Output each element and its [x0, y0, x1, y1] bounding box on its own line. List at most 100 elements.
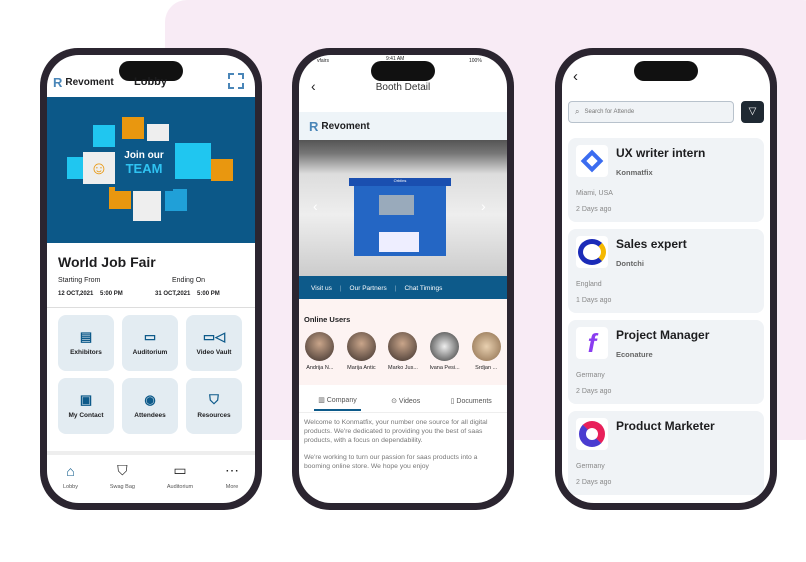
- page-title: Lobby: [134, 76, 167, 88]
- brand-bar: R Revoment: [299, 112, 507, 140]
- tile-label: Resources: [197, 412, 231, 419]
- user-name: Marko Jus...: [388, 365, 418, 371]
- link-visit-us[interactable]: Visit us: [311, 285, 332, 292]
- nav-more[interactable]: ⋯ More: [225, 462, 239, 490]
- user-circle-icon: ◉: [144, 392, 156, 407]
- nav-swag-bag[interactable]: ⛉ Swag Bag: [110, 462, 135, 490]
- event-title: World Job Fair: [58, 254, 156, 270]
- qr-code-icon[interactable]: [228, 73, 244, 89]
- phone-lobby: R Revoment Lobby ☺ Join our TEAM World Jo…: [40, 48, 262, 510]
- nav-label: Lobby: [62, 483, 78, 490]
- tab-label: Documents: [456, 397, 492, 405]
- feature-grid: ▤ Exhibitors ▭ Auditorium ▭◁ Video Vault ▣ M…: [58, 315, 244, 434]
- tile-auditorium[interactable]: ▭ Auditorium: [122, 315, 178, 371]
- nav-label: Swag Bag: [109, 484, 135, 490]
- job-title: Product Marketer: [616, 419, 715, 433]
- job-card[interactable]: Product Marketer Germany 2 Days ago: [568, 411, 764, 495]
- phone-booth: vfairs 9:41 AM 100% ‹ Booth Detail R Revo…: [292, 48, 514, 510]
- nav-label: Auditorium: [166, 484, 194, 490]
- brand-logo: R Revoment: [53, 75, 114, 90]
- start-label: Starting From: [58, 277, 101, 284]
- nav-label: More: [225, 484, 239, 490]
- posted-date: 2 Days ago: [576, 479, 612, 486]
- user-avatar[interactable]: Srdjan ...: [467, 332, 505, 371]
- building-icon: ▥: [318, 396, 327, 404]
- video-icon: ▭◁: [202, 329, 226, 344]
- start-time: 5:00 PM: [100, 291, 123, 297]
- carrier: vfairs: [317, 58, 329, 64]
- tile-resources[interactable]: ⛉ Resources: [186, 378, 242, 434]
- tile-label: Video Vault: [196, 349, 232, 356]
- tab-videos[interactable]: ⊙ Videos: [391, 397, 420, 405]
- phone-jobs: ‹ ⌕ Search for Attende ▽ UX writer intern…: [555, 48, 777, 510]
- end-label: Ending On: [172, 277, 206, 284]
- link-chat-timings[interactable]: Chat Timings: [404, 285, 442, 292]
- company-name: Dontchi: [616, 259, 644, 268]
- job-location: Germany: [576, 463, 605, 470]
- banner-text: Join our: [124, 150, 164, 161]
- tile-attendees[interactable]: ◉ Attendees: [122, 378, 178, 434]
- brand-name: Revoment: [65, 77, 114, 88]
- posted-date: 1 Days ago: [576, 297, 612, 304]
- company-logo: [576, 145, 608, 177]
- carousel-prev[interactable]: ‹: [313, 198, 318, 214]
- about-text: Welcome to Konmatfix, your number one so…: [304, 419, 502, 472]
- divider: [47, 307, 255, 308]
- back-icon[interactable]: ‹: [573, 68, 578, 85]
- job-location: Germany: [576, 372, 605, 379]
- battery: 100%: [469, 58, 482, 64]
- laptop-icon: ▭: [173, 462, 187, 478]
- job-title: Project Manager: [616, 328, 710, 342]
- about-paragraph: Welcome to Konmatfix, your number one so…: [304, 419, 488, 444]
- company-logo: [576, 418, 608, 450]
- online-users: Online Users Andrija N... Marija Antic M…: [299, 299, 507, 385]
- dynamic-island: [634, 61, 698, 81]
- dynamic-island: [371, 61, 435, 81]
- booth-sign: Orbiins: [349, 178, 451, 186]
- banner-text-accent: TEAM: [125, 161, 163, 176]
- more-icon: ⋯: [225, 462, 240, 478]
- posted-date: 2 Days ago: [576, 206, 612, 213]
- about-paragraph: We're working to turn our passion for sa…: [304, 454, 478, 471]
- user-avatar[interactable]: Andrija N...: [301, 332, 339, 371]
- tile-label: Exhibitors: [70, 349, 102, 356]
- tab-label: Company: [326, 396, 357, 404]
- user-avatar[interactable]: Marija Antic: [342, 332, 380, 371]
- job-card[interactable]: f Project Manager Econature Germany 2 Days a…: [568, 320, 764, 404]
- user-name: Ivana Pesi...: [429, 365, 460, 371]
- bag-icon: ⛉: [117, 462, 128, 478]
- user-avatar[interactable]: Marko Jus...: [384, 332, 422, 371]
- job-title: UX writer intern: [616, 146, 706, 160]
- tile-label: Attendees: [134, 412, 166, 419]
- carousel-next[interactable]: ›: [481, 198, 486, 214]
- page-title: Booth Detail: [375, 82, 431, 93]
- job-title: Sales expert: [616, 237, 687, 251]
- play-icon: ⊙: [391, 397, 399, 405]
- nav-auditorium[interactable]: ▭ Auditorium: [167, 462, 193, 490]
- tile-my-contact[interactable]: ▣ My Contact: [58, 378, 114, 434]
- job-location: England: [576, 281, 602, 288]
- banner-image: ☺ Join our TEAM: [47, 97, 255, 243]
- user-name: Marija Antic: [347, 365, 376, 371]
- online-users-title: Online Users: [304, 315, 351, 324]
- content-tabs: ▥ Company ⊙ Videos ▯ Documents: [299, 389, 507, 413]
- search-placeholder: Search for Attende: [584, 109, 635, 115]
- company-name: Konmatfix: [616, 168, 653, 177]
- job-location: Miami, USA: [576, 190, 613, 197]
- nav-lobby[interactable]: ⌂ Lobby: [63, 463, 78, 490]
- search-input[interactable]: ⌕ Search for Attende: [568, 101, 734, 123]
- home-icon: ⌂: [66, 462, 75, 479]
- filter-button[interactable]: ▽: [741, 101, 764, 123]
- job-card[interactable]: UX writer intern Konmatfix Miami, USA 2 Day…: [568, 138, 764, 222]
- job-card[interactable]: Sales expert Dontchi England 1 Days ago: [568, 229, 764, 313]
- company-logo: [576, 236, 608, 268]
- tab-company[interactable]: ▥ Company: [314, 391, 361, 411]
- company-name: Econature: [616, 350, 653, 359]
- link-our-partners[interactable]: Our Partners: [350, 285, 387, 292]
- tab-documents[interactable]: ▯ Documents: [451, 397, 492, 405]
- tile-video-vault[interactable]: ▭◁ Video Vault: [186, 315, 242, 371]
- user-avatar[interactable]: Ivana Pesi...: [426, 332, 464, 371]
- booth-links: Visit us | Our Partners | Chat Timings: [299, 276, 507, 300]
- tile-exhibitors[interactable]: ▤ Exhibitors: [58, 315, 114, 371]
- end-date: 31 OCT,2021: [155, 291, 191, 297]
